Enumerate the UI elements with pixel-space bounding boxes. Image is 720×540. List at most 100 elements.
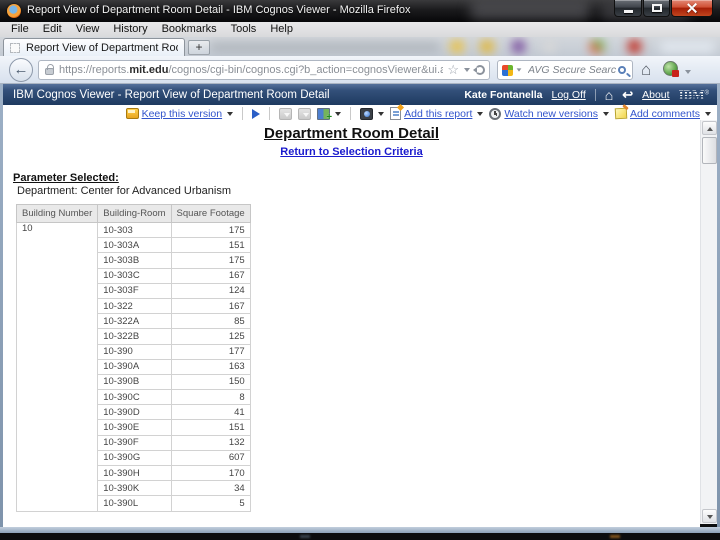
menu-edit[interactable]: Edit xyxy=(36,22,69,37)
return-to-selection-link[interactable]: Return to Selection Criteria xyxy=(280,146,422,158)
goto-icon xyxy=(317,108,330,120)
background-blur-blob xyxy=(210,42,440,52)
room-detail-table: Building Number Building-Room Square Foo… xyxy=(16,204,251,512)
chevron-down-icon[interactable] xyxy=(705,112,711,116)
menu-help[interactable]: Help xyxy=(263,22,300,37)
minimize-icon xyxy=(624,10,633,13)
add-comments-button[interactable]: Add comments xyxy=(615,108,711,120)
close-button[interactable] xyxy=(671,0,713,17)
chevron-down-icon[interactable] xyxy=(378,112,384,116)
cognos-header-right: Kate Fontanella Log Off ⌂ ↩ About IBM® xyxy=(464,87,709,103)
maximize-button[interactable] xyxy=(643,0,670,17)
maximize-icon xyxy=(652,4,662,12)
scrollbar-thumb[interactable] xyxy=(702,137,717,164)
building-room-cell: 10-390K xyxy=(98,481,171,496)
back-button[interactable]: ← xyxy=(9,58,33,82)
lock-icon xyxy=(45,68,54,75)
building-room-cell: 10-322B xyxy=(98,329,171,344)
window-title-bar[interactable]: Report View of Department Room Detail - … xyxy=(0,0,720,22)
add-report-label[interactable]: Add this report xyxy=(404,108,472,120)
search-engine-dropdown-icon[interactable] xyxy=(517,68,522,71)
scroll-up-button[interactable] xyxy=(702,121,717,135)
separator xyxy=(595,89,596,101)
menu-view[interactable]: View xyxy=(69,22,107,37)
building-room-cell: 10-322 xyxy=(98,298,171,313)
building-room-cell: 10-303B xyxy=(98,253,171,268)
square-footage-cell: 132 xyxy=(171,435,250,450)
cognos-header: IBM Cognos Viewer - Report View of Depar… xyxy=(3,84,717,105)
keep-version-button[interactable]: Keep this version xyxy=(126,108,234,120)
window-controls xyxy=(613,0,713,17)
chevron-down-icon[interactable] xyxy=(603,112,609,116)
cognos-toolbar: Keep this version Add this report Watch … xyxy=(3,105,717,122)
about-link[interactable]: About xyxy=(642,89,669,101)
minimize-button[interactable] xyxy=(614,0,642,17)
watch-versions-button[interactable]: Watch new versions xyxy=(489,108,609,120)
url-bar[interactable]: https://reports.mit.edu/cognos/cgi-bin/c… xyxy=(38,60,490,80)
menu-bookmarks[interactable]: Bookmarks xyxy=(155,22,224,37)
background-blur-blob xyxy=(450,40,464,53)
url-domain: mit.edu xyxy=(129,64,168,76)
new-tab-button[interactable]: + xyxy=(188,40,210,55)
view-format-button[interactable] xyxy=(360,108,384,120)
building-room-cell: 10-390F xyxy=(98,435,171,450)
watch-versions-label[interactable]: Watch new versions xyxy=(504,108,598,120)
square-footage-cell: 167 xyxy=(171,268,250,283)
building-room-cell: 10-303 xyxy=(98,223,171,238)
url-dropdown-icon[interactable] xyxy=(464,68,470,72)
scroll-down-button[interactable] xyxy=(702,509,717,523)
column-building-number: Building Number xyxy=(17,205,98,223)
firefox-window: Report View of Department Room Detail - … xyxy=(0,0,720,540)
column-square-footage: Square Footage xyxy=(171,205,250,223)
avg-search-icon[interactable] xyxy=(502,65,513,76)
background-blur-blob xyxy=(512,40,525,53)
url-path: /cognos/cgi-bin/cognos.cgi?b_action=cogn… xyxy=(168,64,443,76)
search-input[interactable] xyxy=(526,63,618,77)
background-blur-blob xyxy=(470,2,590,20)
add-comments-label[interactable]: Add comments xyxy=(630,108,700,120)
tab-favicon xyxy=(10,43,20,53)
close-icon xyxy=(686,2,698,14)
addon-globe-icon[interactable] xyxy=(663,61,678,76)
building-room-cell: 10-390C xyxy=(98,390,171,405)
reload-icon[interactable] xyxy=(475,65,485,75)
firefox-icon xyxy=(7,4,21,18)
run-report-icon[interactable] xyxy=(252,109,260,119)
chevron-down-icon[interactable] xyxy=(335,112,341,116)
menu-tools[interactable]: Tools xyxy=(224,22,264,37)
bookmark-star-icon[interactable]: ☆ xyxy=(447,65,459,75)
toolbar-separator xyxy=(242,107,243,120)
addon-dropdown-icon[interactable] xyxy=(685,70,691,74)
desktop-taskbar-edge xyxy=(0,533,720,540)
search-box[interactable] xyxy=(497,60,633,80)
toolbar-separator xyxy=(350,107,351,120)
log-off-link[interactable]: Log Off xyxy=(552,89,586,101)
background-blur-blob xyxy=(628,40,641,53)
chevron-down-icon[interactable] xyxy=(477,112,483,116)
cognos-home-icon[interactable]: ⌂ xyxy=(605,88,613,102)
active-tab[interactable]: Report View of Department Room Detail ..… xyxy=(3,38,185,56)
chevron-down-icon[interactable] xyxy=(227,112,233,116)
add-comments-icon xyxy=(615,108,628,120)
building-number-cell: 10 xyxy=(17,223,98,512)
square-footage-cell: 41 xyxy=(171,405,250,420)
menu-file[interactable]: File xyxy=(4,22,36,37)
view-format-icon xyxy=(360,108,373,120)
cognos-return-icon[interactable]: ↩ xyxy=(622,88,633,102)
square-footage-cell: 8 xyxy=(171,390,250,405)
background-blur-blob xyxy=(660,41,715,53)
tab-bar: Report View of Department Room Detail ..… xyxy=(0,37,720,56)
menu-history[interactable]: History xyxy=(106,22,154,37)
search-icon[interactable] xyxy=(618,66,626,74)
vertical-scrollbar[interactable] xyxy=(700,120,717,524)
keep-version-label[interactable]: Keep this version xyxy=(142,108,223,120)
home-button[interactable]: ⌂ xyxy=(641,59,651,81)
building-room-cell: 10-390A xyxy=(98,359,171,374)
add-report-button[interactable]: Add this report xyxy=(390,107,483,120)
square-footage-cell: 124 xyxy=(171,283,250,298)
drill-up-icon xyxy=(298,108,311,120)
table-row: 1010-303175 xyxy=(17,223,251,238)
table-body: 1010-30317510-303A15110-303B17510-303C16… xyxy=(17,223,251,512)
goto-related-links-button[interactable] xyxy=(317,108,341,120)
square-footage-cell: 150 xyxy=(171,374,250,389)
